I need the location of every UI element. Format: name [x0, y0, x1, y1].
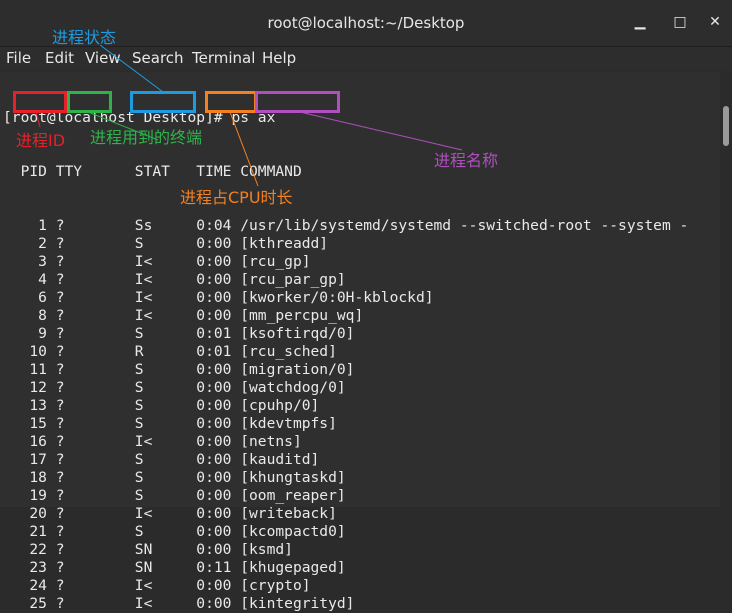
tty-annotation: 进程用到的终端: [90, 128, 203, 147]
process-row: 17 ? S 0:00 [kauditd]: [3, 451, 320, 468]
minimize-icon[interactable]: ▁: [632, 14, 648, 30]
process-row: 21 ? S 0:00 [kcompactd0]: [3, 523, 346, 540]
process-row: 3 ? I< 0:00 [rcu_gp]: [3, 253, 311, 270]
stat-annotation: 进程状态: [52, 28, 117, 47]
process-row: 1 ? Ss 0:04 /usr/lib/systemd/systemd --s…: [3, 217, 689, 234]
process-row: 12 ? S 0:00 [watchdog/0]: [3, 379, 346, 396]
process-row: 2 ? S 0:00 [kthreadd]: [3, 235, 329, 252]
process-row: 11 ? S 0:00 [migration/0]: [3, 361, 355, 378]
tty-highlight-box: [67, 91, 112, 113]
time-annotation: 进程占CPU时长: [180, 188, 293, 207]
process-row: 23 ? SN 0:11 [khugepaged]: [3, 559, 346, 576]
maximize-icon[interactable]: □: [672, 14, 688, 30]
process-row: 24 ? I< 0:00 [crypto]: [3, 577, 311, 594]
menu-bar: File Edit View Search Terminal Help: [0, 47, 732, 71]
menu-search[interactable]: Search: [132, 49, 184, 67]
pid-annotation: 进程ID: [16, 131, 66, 150]
column-header-line: PID TTY STAT TIME COMMAND: [3, 163, 302, 180]
menu-terminal[interactable]: Terminal: [192, 49, 255, 67]
process-row: 9 ? S 0:01 [ksoftirqd/0]: [3, 325, 355, 342]
menu-edit[interactable]: Edit: [45, 49, 74, 67]
process-row: 19 ? S 0:00 [oom_reaper]: [3, 487, 346, 504]
process-row: 10 ? R 0:01 [rcu_sched]: [3, 343, 337, 360]
terminal-output: [root@localhost Desktop]# ps ax PID TTY …: [3, 73, 688, 613]
process-row: 4 ? I< 0:00 [rcu_par_gp]: [3, 271, 346, 288]
menu-file[interactable]: File: [6, 49, 31, 67]
command-highlight-box: [255, 91, 340, 113]
process-row: 18 ? S 0:00 [khungtaskd]: [3, 469, 346, 486]
scrollbar-thumb[interactable]: [723, 106, 729, 146]
process-row: 20 ? I< 0:00 [writeback]: [3, 505, 337, 522]
process-row: 25 ? I< 0:00 [kintegrityd]: [3, 595, 355, 612]
menu-help[interactable]: Help: [262, 49, 296, 67]
process-row: 22 ? SN 0:00 [ksmd]: [3, 541, 293, 558]
command-annotation: 进程名称: [434, 151, 499, 170]
process-row: 16 ? I< 0:00 [netns]: [3, 433, 302, 450]
menu-view[interactable]: View: [85, 49, 121, 67]
close-icon[interactable]: ✕: [707, 14, 723, 30]
stat-highlight-box: [130, 91, 196, 113]
process-row: 6 ? I< 0:00 [kworker/0:0H-kblockd]: [3, 289, 434, 306]
process-row: 15 ? S 0:00 [kdevtmpfs]: [3, 415, 337, 432]
process-row: 13 ? S 0:00 [cpuhp/0]: [3, 397, 320, 414]
process-row: 8 ? I< 0:00 [mm_percpu_wq]: [3, 307, 364, 324]
pid-highlight-box: [13, 91, 67, 113]
time-highlight-box: [205, 91, 257, 113]
scrollbar[interactable]: [721, 72, 732, 507]
